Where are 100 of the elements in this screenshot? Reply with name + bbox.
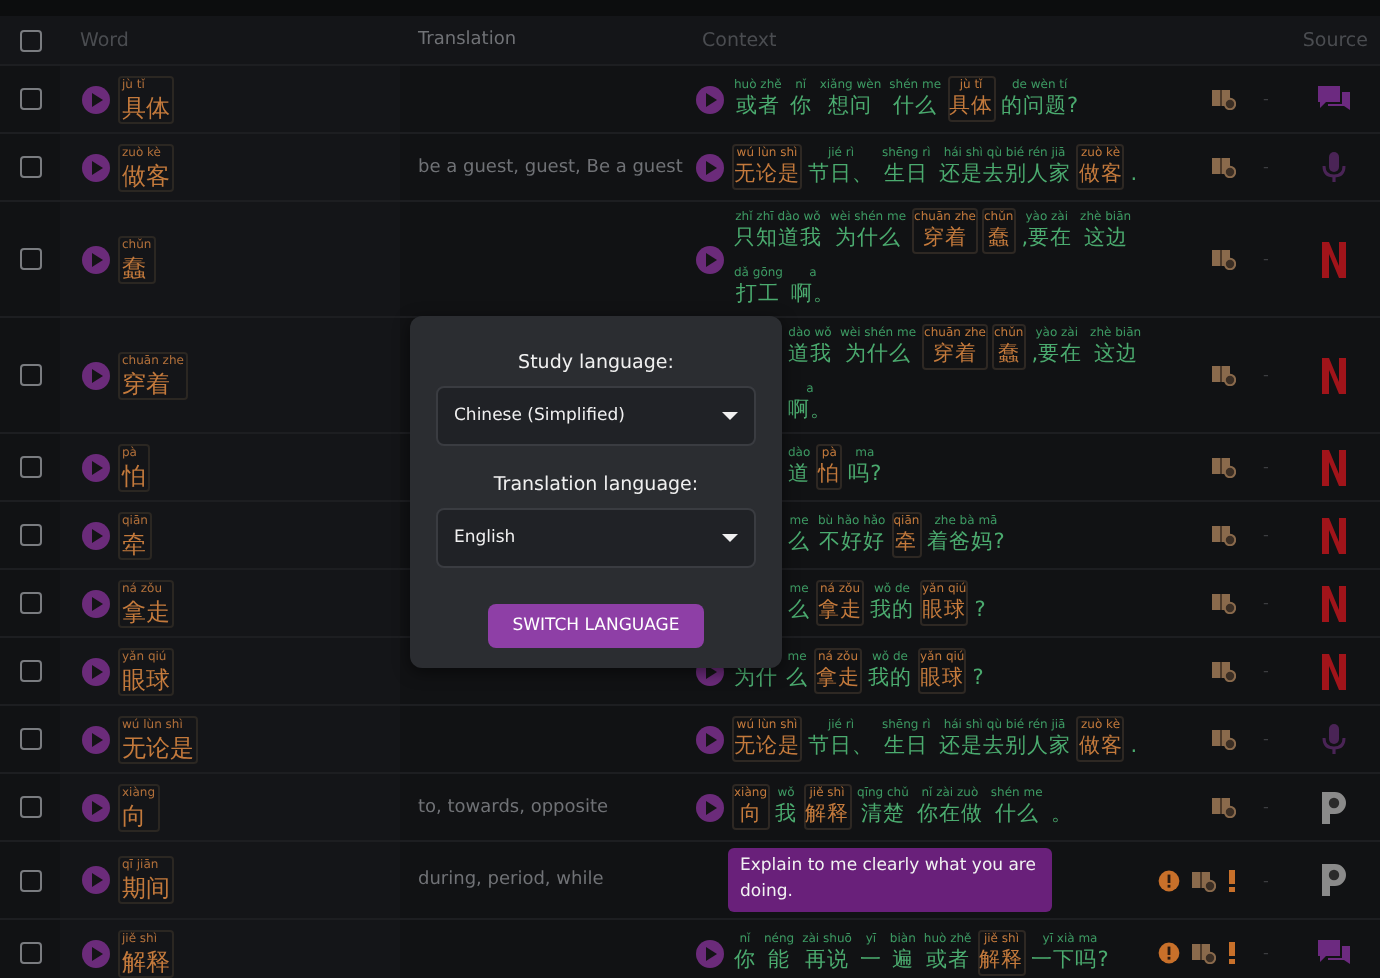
hanzi: 解释 (805, 802, 850, 828)
row-checkbox[interactable] (19, 524, 41, 546)
play-icon[interactable] (80, 723, 112, 755)
hanzi: 解释 (979, 948, 1024, 974)
play-icon[interactable] (694, 937, 726, 969)
play-icon[interactable] (80, 243, 112, 275)
hanzi: 遍 (891, 948, 914, 974)
hanzi: 做客 (1078, 734, 1123, 760)
book-icon (1212, 592, 1236, 614)
hanzi: 我 (775, 802, 798, 828)
play-icon[interactable] (80, 451, 112, 483)
play-icon[interactable] (694, 83, 726, 115)
play-icon[interactable] (80, 587, 112, 619)
exclamation-icon (1228, 869, 1236, 891)
row-checkbox[interactable] (19, 796, 41, 818)
row-checkbox[interactable] (19, 660, 41, 682)
book-icon (1212, 156, 1236, 178)
dash-text: - (1263, 458, 1269, 476)
play-icon[interactable] (80, 937, 112, 969)
hanzi: 。 (1050, 802, 1073, 828)
row-checkbox[interactable] (19, 456, 41, 478)
microphone-icon (1322, 151, 1346, 183)
book-icon (1212, 248, 1236, 270)
play-icon[interactable] (80, 83, 112, 115)
chat-icon (1318, 85, 1350, 113)
translation-text: be a guest, guest, Be a guest (418, 157, 683, 177)
column-header: Word (80, 29, 129, 51)
p-logo-icon (1320, 862, 1348, 898)
netflix-icon (1322, 449, 1346, 485)
play-icon[interactable] (80, 519, 112, 551)
row-checkbox[interactable] (19, 869, 41, 891)
warning-icon (1158, 869, 1180, 891)
dash-text: - (1263, 871, 1269, 889)
exclamation-icon (1228, 942, 1236, 964)
play-icon[interactable] (694, 791, 726, 823)
hanzi: 节日、 (808, 734, 874, 760)
hanzi: 期间 (122, 874, 170, 902)
hanzi: 节日、 (808, 162, 874, 188)
hanzi: ,要在 (1021, 226, 1073, 252)
hanzi: 向 (739, 802, 762, 828)
play-icon[interactable] (80, 655, 112, 687)
row-checkbox[interactable] (19, 248, 41, 270)
hanzi: . (1130, 734, 1138, 760)
dash-text: - (1263, 798, 1269, 816)
dash-text: - (1263, 662, 1269, 680)
hanzi: 或者 (925, 948, 970, 974)
translation-bubble: Explain to me clearly what you are doing. (728, 848, 1052, 912)
hanzi: 什么 (893, 94, 938, 120)
hanzi: 牵 (122, 529, 148, 557)
hanzi: 打工 (736, 282, 781, 308)
switch-language-button[interactable]: SWITCH LANGUAGE (488, 604, 704, 648)
play-icon[interactable] (80, 151, 112, 183)
play-icon[interactable] (80, 359, 112, 391)
hanzi: 向 (122, 801, 148, 829)
play-icon[interactable] (694, 723, 726, 755)
hanzi: 你 (789, 94, 812, 120)
hanzi: 穿着 (923, 226, 968, 252)
chat-icon (1318, 939, 1350, 967)
dash-text: - (1263, 944, 1269, 962)
hanzi: 这边 (1083, 226, 1128, 252)
hanzi: 吗? (848, 462, 882, 488)
hanzi: ? (972, 666, 984, 692)
hanzi: 牵 (895, 530, 918, 556)
hanzi: 的问题? (1001, 94, 1079, 120)
book-icon (1192, 869, 1216, 891)
hanzi: 我的 (868, 666, 912, 692)
hanzi: 再说 (805, 948, 850, 974)
dash-text: - (1263, 90, 1269, 108)
hanzi: 生日 (884, 162, 929, 188)
hanzi: 清楚 (860, 802, 905, 828)
book-icon (1212, 796, 1236, 818)
play-icon[interactable] (80, 791, 112, 823)
hanzi: 拿走 (816, 666, 860, 692)
hanzi: 拿走 (122, 597, 170, 625)
book-icon (1212, 456, 1236, 478)
hanzi: 为什 (734, 666, 778, 692)
dash-text: - (1263, 730, 1269, 748)
hanzi: 生日 (884, 734, 929, 760)
hanzi: 道我 (788, 342, 832, 368)
caret-icon (722, 412, 738, 420)
row-checkbox[interactable] (19, 942, 41, 964)
dash-text: - (1263, 526, 1269, 544)
play-icon[interactable] (80, 864, 112, 896)
row-checkbox[interactable] (19, 88, 41, 110)
play-icon[interactable] (694, 151, 726, 183)
row-checkbox[interactable] (19, 364, 41, 386)
select-all-checkbox[interactable] (19, 29, 41, 51)
row-checkbox[interactable] (19, 592, 41, 614)
hanzi: 眼球 (922, 598, 967, 624)
study-language-select[interactable]: Chinese (Simplified) (436, 386, 756, 446)
book-icon (1212, 660, 1236, 682)
hanzi: 拿走 (818, 598, 862, 624)
row-checkbox[interactable] (19, 156, 41, 178)
hanzi: 眼球 (920, 666, 965, 692)
play-icon[interactable] (694, 243, 726, 275)
netflix-icon (1322, 517, 1346, 553)
row-checkbox[interactable] (19, 728, 41, 750)
hanzi: 只知道我 (734, 226, 822, 252)
p-logo-icon (1320, 789, 1348, 825)
translation-language-select[interactable]: English (436, 508, 756, 568)
